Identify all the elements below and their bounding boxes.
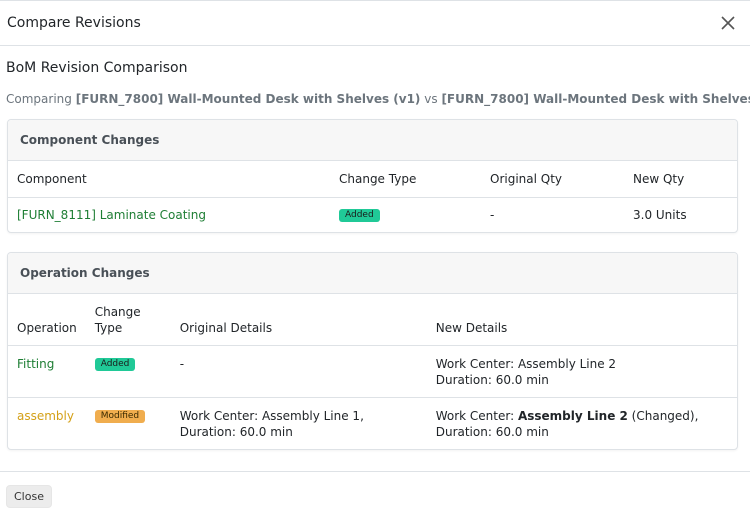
new-qty: 3.0 Units — [633, 207, 687, 222]
component-changes-card: Component Changes Component Change Type … — [7, 119, 738, 233]
bom-b-name: [FURN_7800] Wall-Mounted Desk with Shelv… — [441, 92, 750, 106]
new-details: Work Center: Assembly Line 2 (Changed), … — [426, 396, 737, 449]
col-header-change-type: Change Type — [85, 294, 171, 346]
col-header-new-qty: New Qty — [624, 161, 737, 198]
bom-a-name: [FURN_7800] Wall-Mounted Desk with Shelv… — [75, 92, 421, 106]
operation-link[interactable]: assembly — [17, 409, 74, 423]
original-details: - — [179, 356, 185, 371]
new-details-line: Work Center: Assembly Line 2 — [435, 356, 617, 371]
table-header-row: Component Change Type Original Qty New Q… — [8, 161, 737, 198]
original-details: Work Center: Assembly Line 1, Duration: … — [170, 396, 427, 449]
new-details-line: Duration: 60.0 min — [435, 372, 549, 387]
table-row: [FURN_8111] Laminate Coating Added - 3.0… — [8, 197, 737, 232]
operation-changes-title: Operation Changes — [8, 253, 737, 294]
col-header-change-type: Change Type — [330, 161, 481, 198]
component-changes-table: Component Change Type Original Qty New Q… — [8, 161, 737, 232]
close-button[interactable]: Close — [6, 485, 52, 508]
col-header-operation: Operation — [8, 294, 86, 346]
component-changes-title: Component Changes — [8, 120, 737, 161]
operation-link[interactable]: Fitting — [17, 357, 54, 371]
comparing-prefix: Comparing — [6, 92, 72, 106]
component-link[interactable]: [FURN_8111] Laminate Coating — [17, 208, 206, 222]
status-badge: Added — [94, 357, 136, 371]
new-details-changed-value: Assembly Line 2 — [517, 408, 628, 423]
col-header-component: Component — [8, 161, 330, 198]
status-badge: Modified — [94, 409, 146, 423]
status-badge: Added — [339, 208, 380, 222]
close-icon[interactable] — [714, 9, 742, 37]
modal-title: Compare Revisions — [7, 15, 141, 31]
comparison-heading: BoM Revision Comparison — [6, 60, 188, 76]
modal-header: Compare Revisions — [0, 1, 750, 46]
col-header-new-details: New Details — [426, 294, 737, 346]
operation-changes-table: Operation Change Type Original Details N… — [8, 294, 737, 449]
comparing-line: Comparing [FURN_7800] Wall-Mounted Desk … — [6, 91, 750, 107]
original-qty: - — [490, 207, 495, 222]
col-header-original-qty: Original Qty — [481, 161, 624, 198]
close-x-glyph — [721, 16, 735, 30]
compare-revisions-modal: Compare Revisions BoM Revision Compariso… — [0, 0, 750, 519]
comparing-vs: vs — [424, 92, 438, 106]
table-row: assembly Modified Work Center: Assembly … — [8, 396, 737, 449]
modal-body: BoM Revision Comparison Comparing [FURN_… — [0, 59, 750, 450]
new-details: Work Center: Assembly Line 2 Duration: 6… — [427, 345, 737, 397]
col-header-original-details: Original Details — [170, 294, 427, 346]
new-details-prefix: Work Center: — [435, 408, 518, 423]
modal-footer: Close — [0, 471, 750, 520]
table-header-row: Operation Change Type Original Details N… — [8, 294, 737, 346]
operation-changes-card: Operation Changes Operation Change Type … — [7, 252, 738, 450]
table-row: Fitting Added - Work Center: Assembly Li… — [8, 345, 737, 397]
